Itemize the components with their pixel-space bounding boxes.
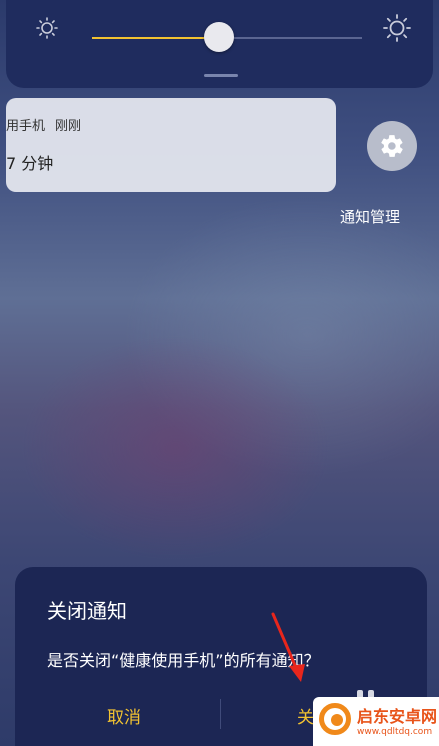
dialog-title: 关闭通知	[47, 599, 127, 623]
sun-dim-icon	[36, 17, 58, 39]
watermark-name: 启东安卓网	[357, 707, 438, 726]
brightness-fill	[92, 37, 219, 39]
brightness-thumb[interactable]	[203, 22, 234, 52]
qidian-logo-icon	[319, 703, 351, 735]
gear-icon	[381, 135, 403, 157]
dialog-button-divider	[220, 699, 221, 729]
notification-card[interactable]: 用手机 刚刚 7 分钟	[6, 98, 336, 192]
watermark-url: www.qdltdq.com	[357, 727, 433, 737]
notification-body: 7 分钟	[6, 154, 54, 173]
notification-app-name: 用手机	[6, 119, 46, 134]
notification-time: 刚刚	[55, 119, 82, 134]
cancel-button[interactable]: 取消	[107, 703, 141, 728]
sun-bright-icon	[383, 14, 411, 42]
panel-drag-handle[interactable]	[204, 74, 238, 77]
notification-header: 用手机 刚刚	[6, 115, 81, 134]
notification-settings-button[interactable]	[367, 121, 417, 171]
red-arrow-annotation-icon	[271, 612, 305, 682]
notification-manage-label[interactable]: 通知管理	[340, 206, 439, 227]
watermark-logo: 启东安卓网 www.qdltdq.com	[313, 697, 439, 746]
quick-settings-panel	[6, 0, 433, 88]
brightness-slider[interactable]	[92, 22, 362, 52]
